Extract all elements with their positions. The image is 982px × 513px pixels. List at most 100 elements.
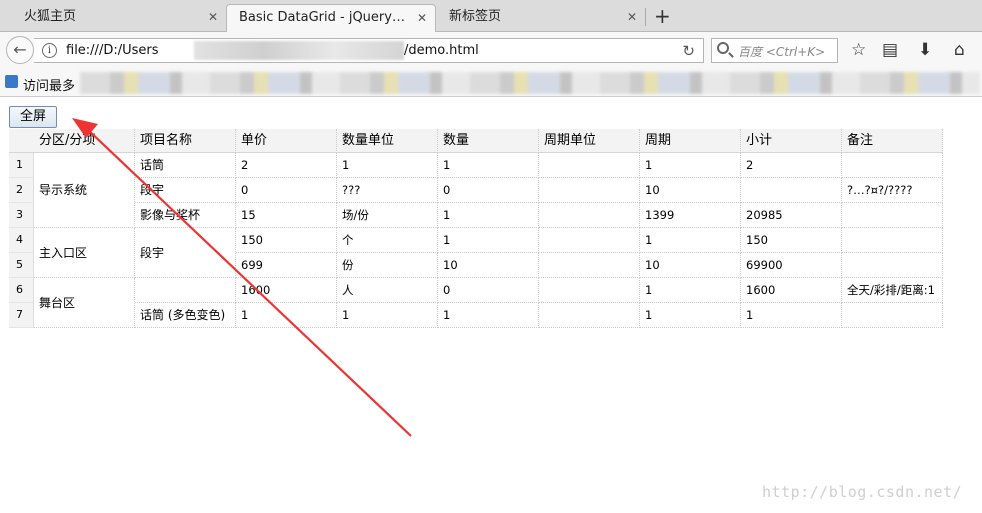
- search-bar[interactable]: 百度 <Ctrl+K>: [711, 38, 838, 63]
- bookmarks-redacted-region: [80, 72, 980, 94]
- grid-cell-item[interactable]: 段宇: [135, 178, 236, 203]
- download-icon[interactable]: ⬇: [918, 41, 932, 59]
- tab-separator: [645, 8, 646, 26]
- grid-cell[interactable]: 0: [438, 278, 539, 303]
- grid-cell[interactable]: 场/份: [337, 203, 438, 228]
- grid-header: 分区/分项 项目名称 单价 数量单位 数量 周期单位 周期 小计 备注: [9, 129, 943, 153]
- grid-cell[interactable]: [539, 278, 640, 303]
- column-header[interactable]: 周期单位: [539, 129, 640, 153]
- grid-cell[interactable]: [842, 203, 943, 228]
- grid-cell[interactable]: 1: [741, 303, 842, 328]
- grid-cell[interactable]: 1: [640, 153, 741, 178]
- grid-cell[interactable]: 20985: [741, 203, 842, 228]
- tab-strip: 火狐主页 ✕ Basic DataGrid - jQuery EasyUI De…: [0, 0, 982, 32]
- grid-cell[interactable]: 10: [640, 178, 741, 203]
- bookmark-most-visited[interactable]: 访问最多: [23, 75, 75, 94]
- tab-label: 新标签页: [449, 9, 502, 24]
- grid-cell-item[interactable]: 影像与奖杯: [135, 203, 236, 228]
- reader-icon[interactable]: ▤: [882, 41, 898, 59]
- grid-cell[interactable]: 全天/彩排/距离:1: [842, 278, 943, 303]
- back-arrow-icon: ←: [13, 40, 27, 59]
- grid-cell[interactable]: 1: [337, 303, 438, 328]
- close-icon[interactable]: ✕: [208, 4, 218, 30]
- grid-cell[interactable]: [842, 303, 943, 328]
- fullscreen-button[interactable]: 全屏: [9, 106, 57, 128]
- grid-cell[interactable]: ?…?¤?/????: [842, 178, 943, 203]
- grid-cell[interactable]: 10: [438, 253, 539, 278]
- grid-cell[interactable]: 份: [337, 253, 438, 278]
- data-grid: 分区/分项 项目名称 单价 数量单位 数量 周期单位 周期 小计 备注 1 2 3 4 5 6 7 导示系统主…: [9, 129, 943, 329]
- column-header[interactable]: 周期: [640, 129, 741, 153]
- tab-firefox-home[interactable]: 火狐主页 ✕: [12, 4, 226, 32]
- column-header[interactable]: 分区/分项: [34, 129, 135, 153]
- grid-cell[interactable]: [842, 228, 943, 253]
- search-icon: [717, 42, 729, 54]
- bookmark-folder-icon: [5, 75, 18, 88]
- tab-basic-datagrid[interactable]: Basic DataGrid - jQuery EasyUI Demo ✕: [226, 4, 436, 32]
- url-text-prefix: file:///D:/Users: [66, 43, 159, 58]
- grid-cell[interactable]: [539, 178, 640, 203]
- grid-cell[interactable]: 1399: [640, 203, 741, 228]
- tab-new-tab[interactable]: 新标签页 ✕: [437, 4, 645, 32]
- grid-cell[interactable]: 1: [640, 228, 741, 253]
- grid-cell[interactable]: 2: [236, 153, 337, 178]
- grid-cell[interactable]: 1: [236, 303, 337, 328]
- back-button[interactable]: ←: [6, 36, 34, 64]
- new-tab-button[interactable]: +: [654, 3, 671, 29]
- row-number: 2: [9, 178, 34, 203]
- tab-label: Basic DataGrid - jQuery EasyUI Demo: [239, 10, 407, 25]
- home-icon[interactable]: ⌂: [954, 41, 965, 59]
- grid-cell[interactable]: [539, 203, 640, 228]
- star-icon[interactable]: ☆: [851, 41, 866, 59]
- grid-cell[interactable]: 1: [438, 303, 539, 328]
- info-icon[interactable]: i: [42, 43, 57, 58]
- grid-cell[interactable]: 2: [741, 153, 842, 178]
- close-icon[interactable]: ✕: [417, 5, 427, 31]
- grid-cell-item[interactable]: [135, 278, 236, 303]
- grid-cell[interactable]: 1: [640, 278, 741, 303]
- grid-cell[interactable]: 1: [640, 303, 741, 328]
- grid-cell[interactable]: [842, 253, 943, 278]
- grid-cell[interactable]: 1600: [741, 278, 842, 303]
- tab-label: 火狐主页: [24, 9, 77, 24]
- column-header[interactable]: 数量单位: [337, 129, 438, 153]
- grid-cell[interactable]: 0: [438, 178, 539, 203]
- grid-cell[interactable]: [539, 253, 640, 278]
- url-bar[interactable]: i file:///D:/Users /demo.html ↻: [34, 38, 704, 63]
- grid-cell-item[interactable]: 段宇: [135, 228, 236, 278]
- grid-cell-item[interactable]: 话筒: [135, 153, 236, 178]
- grid-cell[interactable]: [741, 178, 842, 203]
- row-number: 4: [9, 228, 34, 253]
- grid-cell-zone[interactable]: 主入口区: [34, 228, 135, 278]
- grid-cell[interactable]: 个: [337, 228, 438, 253]
- grid-cell[interactable]: 10: [640, 253, 741, 278]
- grid-cell[interactable]: 1600: [236, 278, 337, 303]
- grid-cell[interactable]: [539, 153, 640, 178]
- column-header[interactable]: 项目名称: [135, 129, 236, 153]
- url-text-suffix: /demo.html: [404, 43, 479, 58]
- grid-cell[interactable]: 150: [236, 228, 337, 253]
- grid-cell[interactable]: 150: [741, 228, 842, 253]
- grid-cell[interactable]: ???: [337, 178, 438, 203]
- column-header[interactable]: 小计: [741, 129, 842, 153]
- column-header[interactable]: 备注: [842, 129, 943, 153]
- grid-cell[interactable]: 1: [337, 153, 438, 178]
- grid-cell[interactable]: 0: [236, 178, 337, 203]
- grid-cell[interactable]: 1: [438, 228, 539, 253]
- grid-cell-zone[interactable]: 舞台区: [34, 278, 135, 328]
- grid-cell[interactable]: 1: [438, 153, 539, 178]
- reload-icon[interactable]: ↻: [682, 42, 695, 60]
- column-header[interactable]: 数量: [438, 129, 539, 153]
- column-header[interactable]: 单价: [236, 129, 337, 153]
- grid-cell[interactable]: [842, 153, 943, 178]
- grid-cell[interactable]: 69900: [741, 253, 842, 278]
- grid-cell[interactable]: [539, 228, 640, 253]
- grid-cell[interactable]: 699: [236, 253, 337, 278]
- grid-cell-item[interactable]: 话筒 (多色变色): [135, 303, 236, 328]
- grid-cell-zone[interactable]: 导示系统: [34, 153, 135, 228]
- grid-cell[interactable]: [539, 303, 640, 328]
- grid-cell[interactable]: 人: [337, 278, 438, 303]
- close-icon[interactable]: ✕: [627, 4, 637, 30]
- grid-cell[interactable]: 1: [438, 203, 539, 228]
- grid-cell[interactable]: 15: [236, 203, 337, 228]
